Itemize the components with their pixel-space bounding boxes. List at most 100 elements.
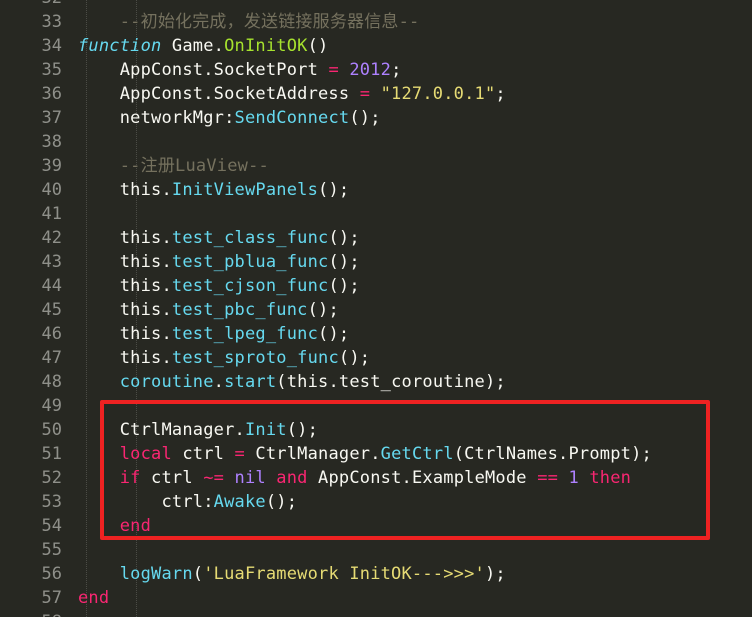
code-text[interactable]: this.test_lpeg_func();	[78, 322, 349, 346]
code-text[interactable]: this.test_sproto_func();	[78, 346, 370, 370]
code-lines-container[interactable]: 3233 --初始化完成，发送链接服务器信息--34function Game.…	[0, 0, 752, 617]
code-line[interactable]: 52 if ctrl ~= nil and AppConst.ExampleMo…	[0, 466, 752, 490]
token-kw: and	[276, 468, 308, 488]
token-call: test_sproto_func	[171, 348, 339, 368]
code-text[interactable]: --注册LuaView--	[78, 154, 269, 178]
code-text[interactable]: end	[78, 514, 151, 538]
code-text[interactable]: coroutine.start(this.test_coroutine);	[78, 370, 506, 394]
code-line[interactable]: 58	[0, 610, 752, 617]
code-line[interactable]: 39 --注册LuaView--	[0, 154, 752, 178]
code-text[interactable]: this.test_pblua_func();	[78, 250, 360, 274]
token-plain: ();	[265, 492, 298, 512]
code-line[interactable]: 47 this.test_sproto_func();	[0, 346, 752, 370]
code-line[interactable]: 33 --初始化完成，发送链接服务器信息--	[0, 10, 752, 34]
code-line[interactable]: 37 networkMgr:SendConnect();	[0, 106, 752, 130]
code-line[interactable]: 45 this.test_pbc_func();	[0, 298, 752, 322]
code-editor[interactable]: 3233 --初始化完成，发送链接服务器信息--34function Game.…	[0, 0, 752, 617]
code-line[interactable]: 42 this.test_class_func();	[0, 226, 752, 250]
code-text[interactable]: function Game.OnInitOK()	[78, 34, 328, 58]
line-number: 55	[41, 540, 62, 560]
code-text[interactable]: this.test_cjson_func();	[78, 274, 360, 298]
token-call: InitViewPanels	[171, 180, 319, 200]
code-text[interactable]: AppConst.SocketPort = 2012;	[78, 58, 402, 82]
token-op: ==	[537, 468, 559, 488]
code-line[interactable]: 36 AppConst.SocketAddress = "127.0.0.1";	[0, 82, 752, 106]
token-plain: this.	[78, 252, 172, 272]
token-plain: ()	[307, 36, 329, 56]
token-plain: this.	[78, 300, 172, 320]
line-number: 48	[41, 372, 62, 392]
code-text[interactable]: this.test_class_func();	[78, 226, 360, 250]
code-line[interactable]: 50 CtrlManager.Init();	[0, 418, 752, 442]
code-line[interactable]: 56 logWarn('LuaFramework InitOK--->>>');	[0, 562, 752, 586]
token-call: GetCtrl	[380, 444, 454, 464]
code-text[interactable]: local ctrl = CtrlManager.GetCtrl(CtrlNam…	[78, 442, 652, 466]
token-call: start	[224, 372, 277, 392]
code-text[interactable]: AppConst.SocketAddress = "127.0.0.1";	[78, 82, 506, 106]
token-call: test_pbc_func	[171, 300, 308, 320]
token-call: test_pblua_func	[171, 252, 329, 272]
token-fnkw: function	[78, 36, 162, 56]
token-fnname: OnInitOK	[224, 36, 308, 56]
code-text[interactable]: networkMgr:SendConnect();	[78, 106, 381, 130]
line-number: 36	[41, 84, 62, 104]
code-line[interactable]: 49	[0, 394, 752, 418]
code-text[interactable]: CtrlManager.Init();	[78, 418, 318, 442]
token-plain: ();	[349, 108, 381, 128]
token-plain: ();	[328, 228, 360, 248]
code-text[interactable]: --初始化完成，发送链接服务器信息--	[78, 10, 420, 34]
code-line[interactable]: 51 local ctrl = CtrlManager.GetCtrl(Ctrl…	[0, 442, 752, 466]
token-call: test_cjson_func	[171, 276, 329, 296]
token-call: Init	[244, 420, 287, 440]
code-line[interactable]: 57 end	[0, 586, 752, 610]
code-line[interactable]: 44 this.test_cjson_func();	[0, 274, 752, 298]
token-plain: CtrlManager.	[244, 444, 381, 464]
token-call: SendConnect	[234, 108, 350, 128]
code-line[interactable]: 38	[0, 130, 752, 154]
token-kw: then	[589, 468, 632, 488]
code-line[interactable]: 43 this.test_pblua_func();	[0, 250, 752, 274]
token-plain: this.	[78, 180, 172, 200]
code-text[interactable]: ctrl:Awake();	[78, 490, 297, 514]
token-plain: networkMgr:	[78, 108, 235, 128]
line-number: 38	[41, 132, 62, 152]
token-plain: ();	[318, 180, 350, 200]
token-comment: --注册LuaView--	[119, 156, 269, 176]
token-kw: if	[119, 468, 141, 488]
line-number: 53	[41, 492, 62, 512]
token-op: ~=	[203, 468, 225, 488]
token-plain: AppConst.ExampleMode	[307, 468, 538, 488]
token-plain: (	[192, 564, 204, 584]
line-number: 37	[41, 108, 62, 128]
code-line[interactable]: 55	[0, 538, 752, 562]
code-line[interactable]: 32	[0, 0, 752, 10]
code-text[interactable]: end	[78, 586, 109, 610]
code-text[interactable]: this.InitViewPanels();	[78, 178, 349, 202]
code-line[interactable]: 41	[0, 202, 752, 226]
code-line[interactable]: 48 coroutine.start(this.test_coroutine);	[0, 370, 752, 394]
token-num: 1	[568, 468, 579, 488]
code-line[interactable]: 35 AppConst.SocketPort = 2012;	[0, 58, 752, 82]
line-number: 43	[41, 252, 62, 272]
code-line[interactable]: 54 end	[0, 514, 752, 538]
token-plain: this.	[78, 324, 172, 344]
code-text[interactable]: logWarn('LuaFramework InitOK--->>>');	[78, 562, 506, 586]
code-text[interactable]: this.test_pbc_func();	[78, 298, 339, 322]
token-plain: ctrl:	[78, 492, 214, 512]
code-line[interactable]: 34 function Game.OnInitOK()	[0, 34, 752, 58]
code-line[interactable]: 46 this.test_lpeg_func();	[0, 322, 752, 346]
code-line[interactable]: 53 ctrl:Awake();	[0, 490, 752, 514]
code-line[interactable]: 40 this.InitViewPanels();	[0, 178, 752, 202]
token-plain: ();	[328, 252, 360, 272]
code-text[interactable]: if ctrl ~= nil and AppConst.ExampleMode …	[78, 466, 631, 490]
token-plain: ();	[338, 348, 371, 368]
line-number: 44	[41, 276, 62, 296]
token-plain: );	[484, 564, 506, 584]
